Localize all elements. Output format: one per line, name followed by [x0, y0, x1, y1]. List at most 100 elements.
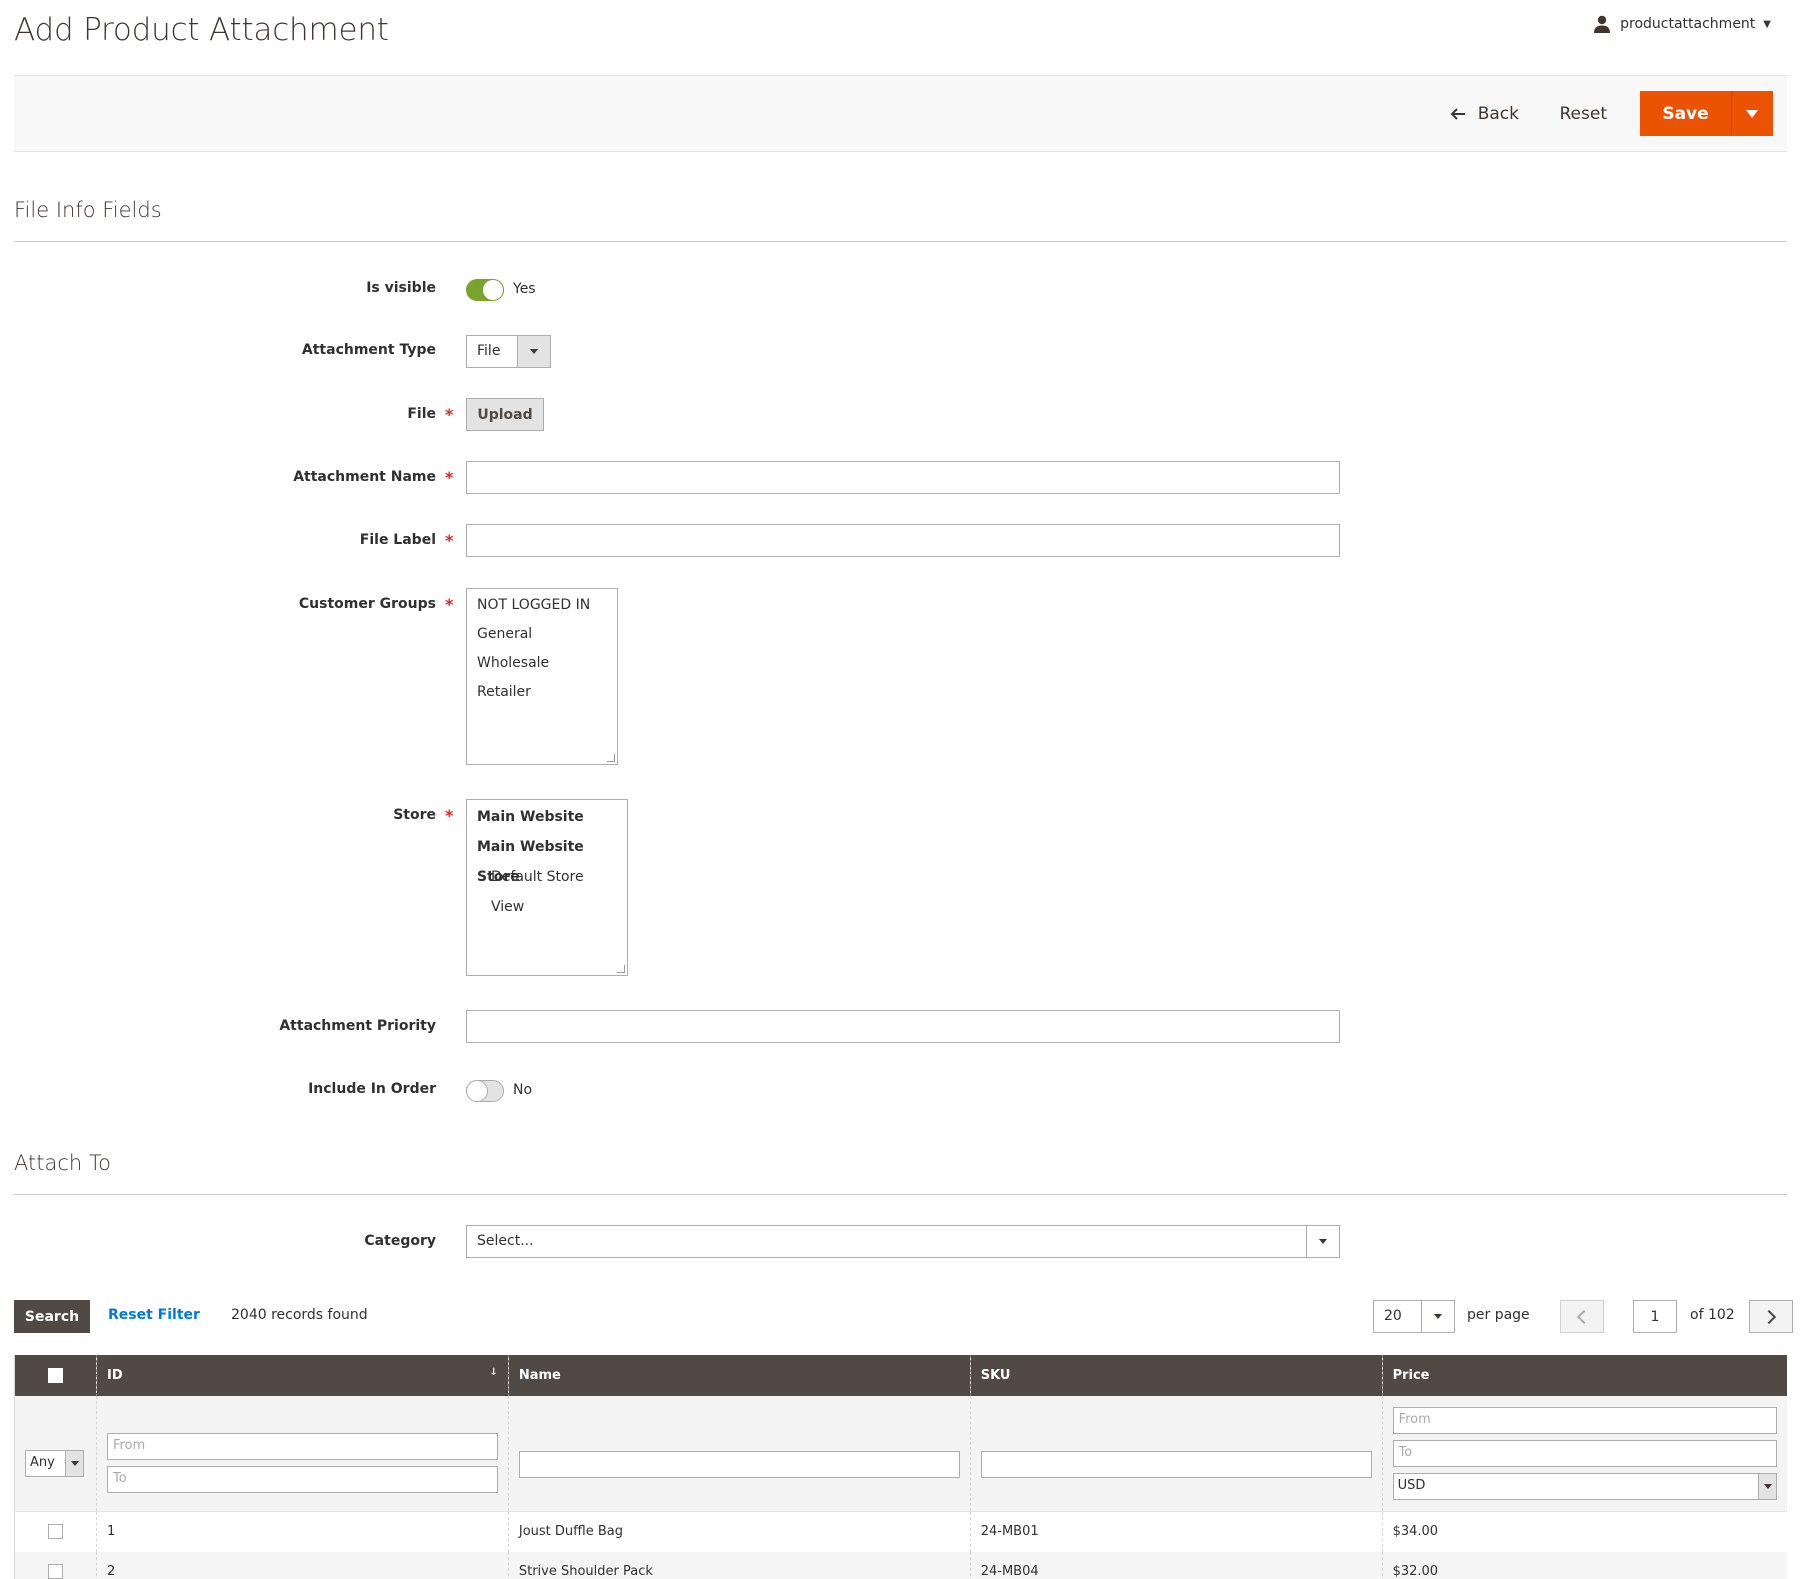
search-button[interactable]: Search: [14, 1300, 90, 1333]
next-page-button[interactable]: [1749, 1300, 1793, 1333]
cell-name: Joust Duffle Bag: [508, 1511, 971, 1552]
column-header-price[interactable]: Price: [1382, 1355, 1787, 1396]
is-visible-label: Is visible: [366, 280, 436, 296]
store-multiselect[interactable]: Main Website Main Website Store Default …: [466, 799, 628, 976]
back-button-label: Back: [1477, 104, 1519, 124]
cell-id: 1: [96, 1511, 509, 1552]
chevron-down-icon: [1758, 1474, 1776, 1499]
category-label: Category: [364, 1233, 436, 1249]
customer-group-option[interactable]: General: [467, 620, 617, 649]
caret-down-icon: [1746, 109, 1758, 118]
user-icon: [1594, 15, 1611, 33]
chevron-right-icon: [1761, 1309, 1777, 1324]
attachment-name-label: Attachment Name: [293, 469, 436, 485]
previous-page-button[interactable]: [1560, 1300, 1604, 1333]
table-row[interactable]: 1 Joust Duffle Bag 24-MB01 $34.00: [14, 1511, 1787, 1552]
customer-groups-multiselect[interactable]: NOT LOGGED IN General Wholesale Retailer: [466, 588, 618, 765]
cell-id: 2: [96, 1551, 509, 1579]
attachment-type-value: File: [477, 343, 501, 359]
reset-filter-link[interactable]: Reset Filter: [108, 1307, 200, 1323]
back-button[interactable]: Back: [1450, 104, 1519, 124]
name-filter-input[interactable]: [518, 1451, 960, 1478]
page-number-input[interactable]: 1: [1633, 1300, 1677, 1333]
attachment-name-input[interactable]: [466, 461, 1340, 494]
per-page-value: 20: [1384, 1308, 1402, 1324]
resize-handle[interactable]: [617, 965, 625, 973]
chevron-left-icon: [1576, 1309, 1592, 1324]
cell-name: Strive Shoulder Pack: [508, 1551, 971, 1579]
sku-filter-input[interactable]: [980, 1451, 1372, 1478]
price-to-input[interactable]: To: [1392, 1440, 1777, 1467]
save-options-toggle[interactable]: [1731, 91, 1773, 136]
customer-group-option[interactable]: Wholesale: [467, 649, 617, 678]
cell-price: $34.00: [1382, 1511, 1787, 1552]
file-label: File: [407, 406, 436, 422]
required-asterisk: *: [445, 806, 454, 825]
table-row[interactable]: 2 Strive Shoulder Pack 24-MB04 $32.00: [14, 1551, 1787, 1579]
in-products-filter-select[interactable]: Any: [25, 1450, 84, 1477]
save-button[interactable]: Save: [1640, 91, 1731, 136]
filter-in-products: Any: [14, 1396, 97, 1512]
row-select-cell: [14, 1551, 97, 1579]
filter-id: From To: [96, 1396, 509, 1512]
column-header-sku[interactable]: SKU: [970, 1355, 1383, 1396]
is-visible-value: Yes: [513, 281, 536, 297]
id-from-input[interactable]: From: [106, 1432, 498, 1460]
attachment-priority-input[interactable]: [466, 1010, 1340, 1043]
store-label: Store: [393, 807, 436, 823]
section-title-attach-to: Attach To: [14, 1151, 111, 1175]
category-select[interactable]: Select...: [466, 1225, 1340, 1258]
required-asterisk: *: [445, 405, 454, 424]
user-menu[interactable]: productattachment ▼: [1592, 14, 1771, 34]
in-products-filter-value: Any: [30, 1455, 55, 1470]
cell-price: $32.00: [1382, 1551, 1787, 1579]
is-visible-toggle[interactable]: [466, 279, 504, 301]
attachment-type-select[interactable]: File: [466, 335, 551, 368]
section-divider: [14, 241, 1787, 242]
products-grid: ID ↓ Name SKU Price Any From To From To …: [14, 1355, 1787, 1579]
total-pages: of 102: [1690, 1307, 1735, 1323]
grid-header-row: ID ↓ Name SKU Price: [14, 1355, 1787, 1396]
page-actions-bar: Back Reset Save: [14, 75, 1787, 152]
toggle-knob: [482, 279, 504, 301]
chevron-down-icon: ▼: [1763, 18, 1771, 30]
header-select-all: [14, 1355, 97, 1396]
row-select-cell: [14, 1511, 97, 1552]
chevron-down-icon: [517, 336, 550, 367]
upload-button[interactable]: Upload: [466, 398, 544, 431]
required-asterisk: *: [445, 531, 454, 550]
store-option-website[interactable]: Main Website: [467, 802, 627, 832]
customer-group-option[interactable]: NOT LOGGED IN: [467, 591, 617, 620]
row-checkbox[interactable]: [47, 1564, 63, 1579]
filter-name: [508, 1396, 971, 1512]
resize-handle[interactable]: [607, 754, 615, 762]
row-checkbox[interactable]: [47, 1524, 63, 1540]
grid-filter-row: Any From To From To USD: [14, 1396, 1787, 1512]
customer-group-option[interactable]: Retailer: [467, 678, 617, 707]
category-value: Select...: [477, 1233, 534, 1249]
store-option-store[interactable]: Main Website Store: [467, 832, 627, 885]
include-in-order-label: Include In Order: [308, 1081, 436, 1097]
chevron-down-icon: [1421, 1301, 1454, 1332]
save-button-group: Save: [1640, 91, 1773, 136]
file-label-input[interactable]: [466, 524, 1340, 557]
arrow-left-icon: [1450, 108, 1465, 120]
reset-button[interactable]: Reset: [1560, 104, 1608, 124]
store-option-view[interactable]: Default Store View: [467, 862, 627, 915]
id-to-input[interactable]: To: [106, 1465, 498, 1493]
column-header-name[interactable]: Name: [508, 1355, 971, 1396]
currency-select[interactable]: USD: [1392, 1473, 1777, 1500]
select-all-checkbox[interactable]: [47, 1368, 63, 1383]
include-in-order-value: No: [513, 1082, 533, 1098]
required-asterisk: *: [445, 595, 454, 614]
customer-groups-label: Customer Groups: [298, 596, 436, 612]
include-in-order-toggle[interactable]: [466, 1080, 504, 1102]
cell-sku: 24-MB01: [970, 1511, 1383, 1552]
price-from-input[interactable]: From: [1392, 1407, 1777, 1434]
per-page-select[interactable]: 20: [1373, 1300, 1455, 1333]
column-header-label: ID: [106, 1368, 123, 1383]
username: productattachment: [1620, 16, 1756, 32]
column-header-id[interactable]: ID ↓: [96, 1355, 509, 1396]
toggle-knob: [466, 1080, 488, 1102]
per-page-label: per page: [1467, 1307, 1530, 1323]
